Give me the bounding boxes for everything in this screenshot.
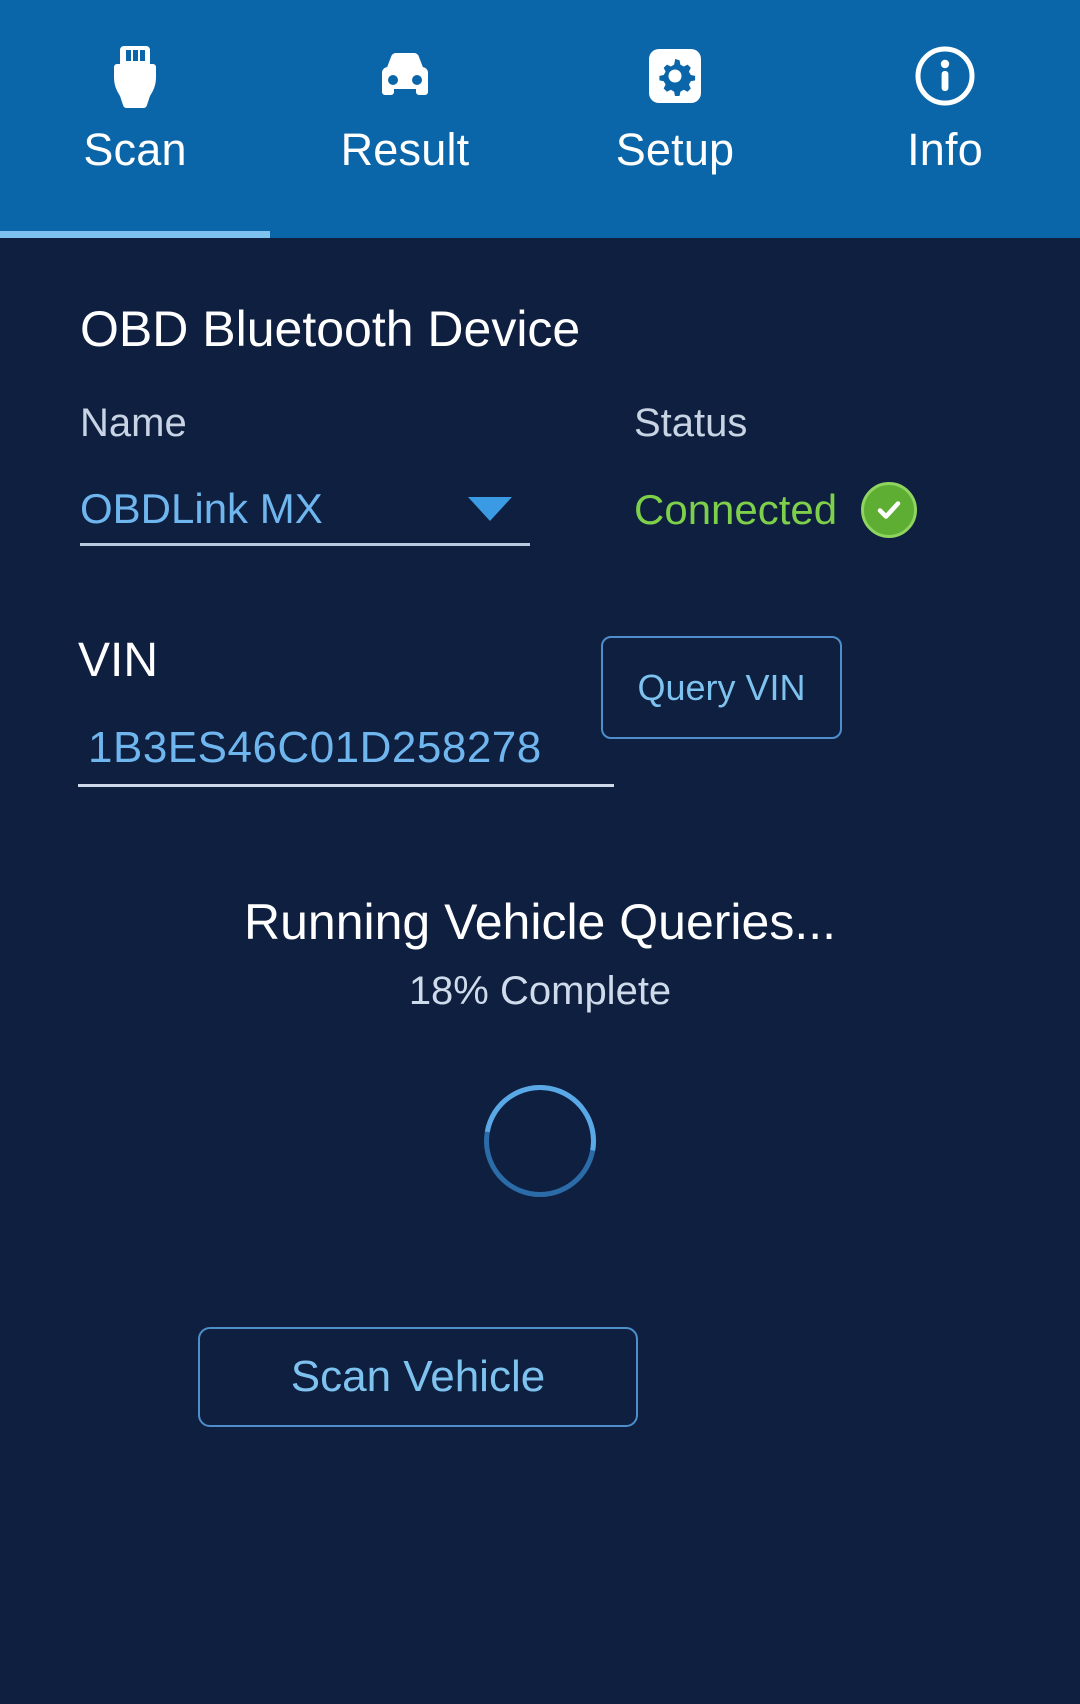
scan-progress: Running Vehicle Queries... 18% Complete xyxy=(0,893,1080,1219)
car-front-icon xyxy=(270,40,540,112)
device-status-field: Status Connected xyxy=(634,400,964,546)
check-circle-icon xyxy=(861,482,918,538)
spinner-arc xyxy=(462,1063,618,1219)
tab-active-indicator xyxy=(0,231,270,238)
progress-title: Running Vehicle Queries... xyxy=(243,894,837,950)
obd-connector-icon xyxy=(0,40,270,112)
tab-info-label: Info xyxy=(907,124,983,175)
tab-setup[interactable]: Setup xyxy=(540,0,810,238)
tab-setup-label: Setup xyxy=(615,124,735,175)
status-badge: Connected xyxy=(634,474,964,546)
vin-field: VIN 1B3ES46C01D258278 xyxy=(78,633,614,787)
scan-page-content: OBD Bluetooth Device Name OBDLink MX Sta… xyxy=(0,238,1080,1704)
tab-result[interactable]: Result xyxy=(270,0,540,238)
device-status-label: Status xyxy=(634,401,748,445)
scan-vehicle-button[interactable]: Scan Vehicle xyxy=(198,1327,638,1427)
device-name-value: OBDLink MX xyxy=(80,484,323,532)
progress-percent-text: 18% Complete xyxy=(408,969,672,1013)
tab-info[interactable]: Info xyxy=(810,0,1080,238)
chevron-down-icon xyxy=(468,496,512,521)
query-vin-button[interactable]: Query VIN xyxy=(601,636,842,739)
device-name-field: Name OBDLink MX xyxy=(80,400,530,546)
device-name-label: Name xyxy=(80,401,187,445)
vin-value: 1B3ES46C01D258278 xyxy=(88,722,542,772)
info-circle-icon xyxy=(810,40,1080,112)
gear-icon xyxy=(540,40,810,112)
tab-scan-label: Scan xyxy=(83,124,187,175)
app-root: Scan Result Setup Info OBD Bluetooth Dev… xyxy=(0,0,1080,1704)
vin-label: VIN xyxy=(78,634,159,687)
tab-bar: Scan Result Setup Info xyxy=(0,0,1080,238)
tab-result-label: Result xyxy=(340,124,470,175)
device-status-value: Connected xyxy=(634,486,838,533)
section-title-obd-bluetooth-device: OBD Bluetooth Device xyxy=(80,301,581,357)
vin-input[interactable]: 1B3ES46C01D258278 xyxy=(78,711,614,787)
loading-spinner-icon xyxy=(462,1063,618,1219)
device-name-select[interactable]: OBDLink MX xyxy=(80,474,530,546)
tab-scan[interactable]: Scan xyxy=(0,0,270,238)
